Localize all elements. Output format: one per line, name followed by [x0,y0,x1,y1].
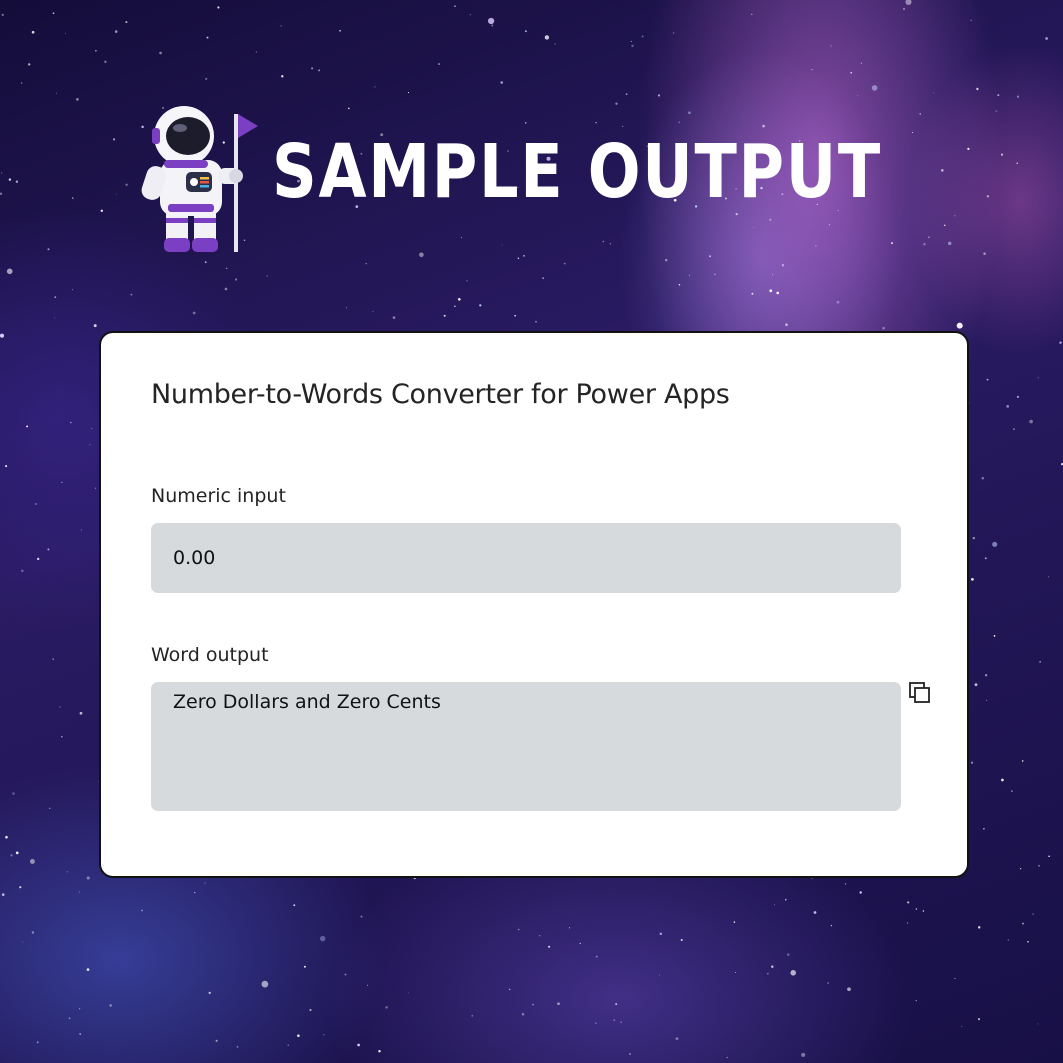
numeric-input[interactable]: 0.00 [151,523,901,593]
word-output-label: Word output [151,644,269,666]
copy-icon[interactable] [907,680,933,706]
page-header: SAMPLE OUTPUT [138,100,938,260]
numeric-input-label: Numeric input [151,485,286,507]
word-output-field[interactable]: Zero Dollars and Zero Cents [151,682,901,811]
astronaut-with-flag-icon [141,106,258,252]
converter-card: Number-to-Words Converter for Power Apps… [99,331,969,878]
page-headline: SAMPLE OUTPUT [272,129,882,215]
card-title: Number-to-Words Converter for Power Apps [151,379,730,410]
